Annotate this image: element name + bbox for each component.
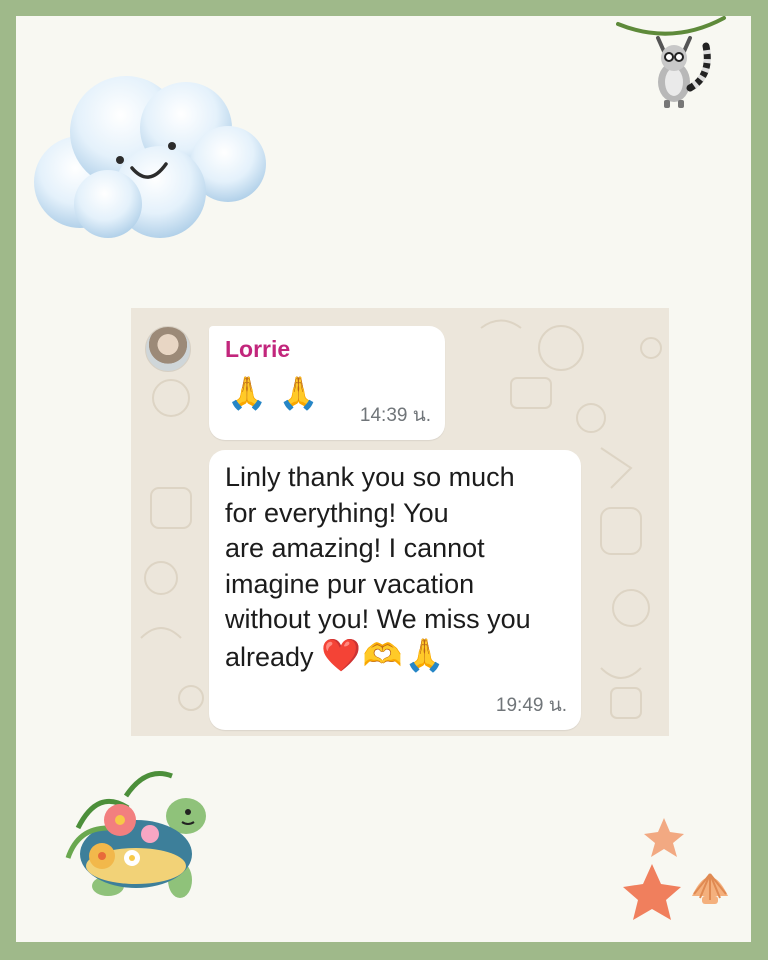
starfish-icon — [623, 818, 684, 920]
message-emojis: ❤️🫶🙏 — [321, 636, 447, 673]
message-timestamp: 19:49 น. — [495, 695, 567, 716]
chat-window: Lorrie 🙏🙏 14:39 น. Linly thank you so mu… — [131, 308, 669, 736]
cloud-icon — [34, 76, 266, 238]
avatar[interactable] — [145, 326, 191, 372]
message-timestamp: 14:39 น. — [359, 405, 431, 426]
lemur-icon — [616, 16, 726, 108]
message-bubble-2[interactable]: Linly thank you so much for everything! … — [209, 450, 581, 730]
seashell-icon — [692, 873, 728, 904]
card: Lorrie 🙏🙏 14:39 น. Linly thank you so mu… — [16, 16, 751, 942]
sender-name: Lorrie — [225, 336, 291, 362]
message-bubble-1[interactable]: Lorrie 🙏🙏 14:39 น. — [209, 326, 445, 440]
turtle-icon — [65, 771, 206, 898]
message-text: Linly thank you so much for everything! … — [225, 460, 570, 675]
emoji-reaction: 🙏🙏 — [227, 375, 331, 411]
